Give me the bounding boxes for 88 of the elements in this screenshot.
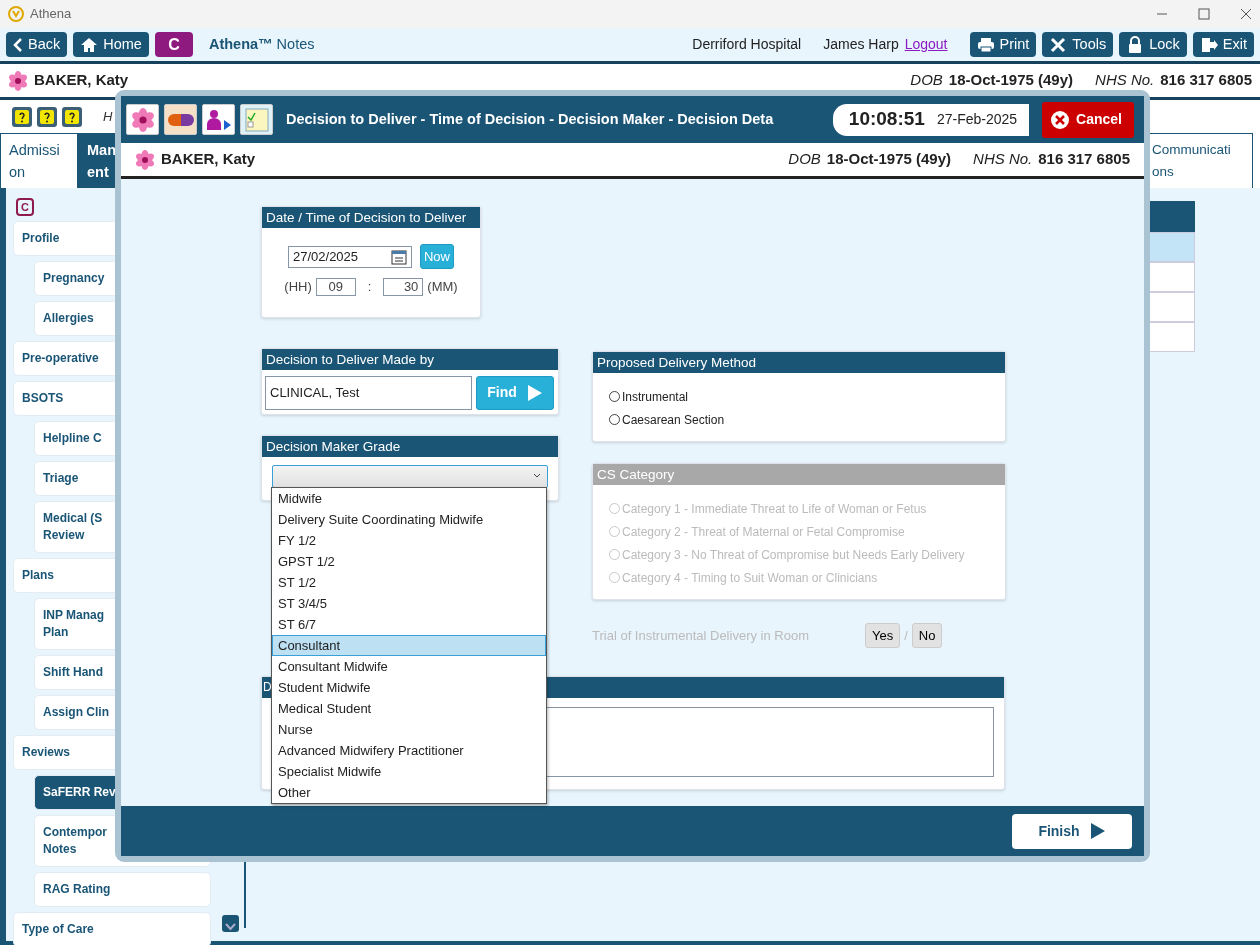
c-badge: C bbox=[16, 198, 34, 216]
chevron-down-icon bbox=[532, 472, 542, 480]
lock-button[interactable]: Lock bbox=[1119, 32, 1187, 57]
help-icon bbox=[63, 107, 81, 126]
sidebar-item[interactable]: RAG Rating bbox=[34, 872, 211, 907]
patient-name: BAKER, Katy bbox=[161, 149, 256, 170]
play-icon bbox=[1089, 822, 1106, 840]
app-name: Athena™ Notes bbox=[208, 34, 315, 54]
dropdown-option[interactable]: Delivery Suite Coordinating Midwife bbox=[272, 508, 546, 530]
calendar-icon[interactable] bbox=[391, 248, 407, 265]
nhs-label: NHS No. bbox=[973, 149, 1033, 170]
flower-icon[interactable] bbox=[126, 104, 159, 135]
hint-text: H bbox=[103, 107, 113, 126]
radio-label: Category 3 - No Threat of Compromise but Needs Early Delivery bbox=[622, 546, 965, 564]
dropdown-option[interactable]: Nurse bbox=[272, 718, 546, 740]
nhs-label: NHS No. bbox=[1095, 70, 1155, 91]
dropdown-option[interactable]: Consultant bbox=[272, 634, 546, 656]
hour-field[interactable]: 09 bbox=[315, 277, 356, 296]
dropdown-option[interactable]: Advanced Midwifery Practitioner bbox=[272, 739, 546, 761]
radio-label: Category 2 - Threat of Maternal or Fetal Compromise bbox=[622, 523, 905, 541]
dob-value: 18-Oct-1975 (49y) bbox=[826, 149, 952, 170]
radio-label: Caesarean Section bbox=[622, 411, 725, 429]
section-heading: CS Category bbox=[593, 464, 1005, 485]
dob-label: DOB bbox=[788, 149, 821, 170]
slash-separator: / bbox=[904, 626, 908, 645]
exit-icon bbox=[1199, 35, 1218, 54]
trial-label: Trial of Instrumental Delivery in Room bbox=[592, 626, 809, 645]
print-button[interactable]: Print bbox=[969, 32, 1037, 57]
section-heading: Decision to Deliver Made by bbox=[262, 348, 558, 370]
window-title: Athena bbox=[30, 5, 72, 24]
home-icon bbox=[80, 35, 99, 54]
exit-button[interactable]: Exit bbox=[1192, 32, 1254, 57]
dropdown-option[interactable]: Student Midwife bbox=[272, 676, 546, 698]
dropdown-option[interactable]: Other bbox=[272, 781, 546, 803]
section-heading: Decision Maker Grade bbox=[262, 435, 558, 457]
app-logo-icon bbox=[8, 6, 24, 22]
sidebar-item[interactable]: Type of Care bbox=[13, 912, 211, 945]
hospital-name: Derriford Hospital bbox=[692, 35, 802, 54]
logout-link[interactable]: Logout bbox=[904, 34, 948, 55]
tools-button[interactable]: Tools bbox=[1042, 32, 1114, 57]
clock-date: 27-Feb-2025 bbox=[936, 110, 1018, 129]
dropdown-option[interactable]: ST 1/2 bbox=[272, 571, 546, 593]
radio-label: Category 4 - Timing to Suit Woman or Clinicians bbox=[622, 569, 878, 587]
date-field[interactable]: 27/02/2025 bbox=[288, 245, 412, 268]
nhs-number: 816 317 6805 bbox=[1160, 70, 1252, 91]
pill-icon[interactable] bbox=[164, 104, 197, 135]
printer-icon bbox=[976, 35, 995, 54]
home-button[interactable]: Home bbox=[73, 32, 149, 57]
minute-field[interactable]: 30 bbox=[383, 277, 424, 296]
dropdown-option[interactable]: ST 3/4/5 bbox=[272, 592, 546, 614]
dropdown-option[interactable]: Specialist Midwife bbox=[272, 760, 546, 782]
patient-name: BAKER, Katy bbox=[34, 70, 129, 91]
help-list-icon bbox=[13, 107, 31, 126]
maximize-icon[interactable] bbox=[1198, 8, 1210, 20]
dropdown-option[interactable]: Consultant Midwife bbox=[272, 655, 546, 677]
section-heading: Date / Time of Decision to Deliver bbox=[262, 207, 480, 228]
time-separator: : bbox=[367, 278, 372, 296]
radio-label: Category 1 - Immediate Threat to Life of Woman or Fetus bbox=[622, 500, 927, 518]
cancel-button[interactable]: Cancel bbox=[1042, 101, 1134, 138]
dob-label: DOB bbox=[910, 70, 943, 91]
dropdown-option[interactable]: GPST 1/2 bbox=[272, 550, 546, 572]
flower-icon bbox=[8, 70, 28, 91]
minute-label: (MM) bbox=[427, 278, 458, 296]
dropdown-option[interactable]: Midwife bbox=[272, 487, 546, 509]
help-home-icon bbox=[38, 107, 56, 126]
finish-button[interactable]: Finish bbox=[1012, 813, 1132, 849]
grade-dropdown[interactable] bbox=[272, 464, 548, 488]
clock-time: 10:08:51 bbox=[848, 107, 925, 132]
tab[interactable]: Admissi on bbox=[0, 133, 78, 188]
play-icon bbox=[526, 383, 543, 402]
dropdown-option[interactable]: Medical Student bbox=[272, 697, 546, 719]
radio-label: Instrumental bbox=[622, 388, 689, 406]
flower-icon bbox=[135, 149, 155, 170]
dropdown-option[interactable]: FY 1/2 bbox=[272, 529, 546, 551]
hour-label: (HH) bbox=[284, 278, 312, 296]
c-button[interactable]: C bbox=[154, 32, 193, 57]
dropdown-option[interactable]: ST 6/7 bbox=[272, 613, 546, 635]
section-heading: Proposed Delivery Method bbox=[593, 352, 1005, 373]
dialog-title: Decision to Deliver - Time of Decision - Decision Maker - Decision Deta bbox=[286, 109, 775, 129]
person-field[interactable]: CLINICAL, Test bbox=[265, 375, 472, 410]
tools-icon bbox=[1049, 35, 1068, 54]
back-icon bbox=[13, 36, 23, 53]
close-icon[interactable] bbox=[1240, 8, 1252, 20]
back-button[interactable]: Back bbox=[6, 32, 68, 57]
user-name: James Harp bbox=[823, 35, 899, 54]
dob-value: 18-Oct-1975 (49y) bbox=[948, 70, 1074, 91]
close-circle-icon bbox=[1050, 109, 1071, 130]
nhs-number: 816 317 6805 bbox=[1038, 149, 1130, 170]
